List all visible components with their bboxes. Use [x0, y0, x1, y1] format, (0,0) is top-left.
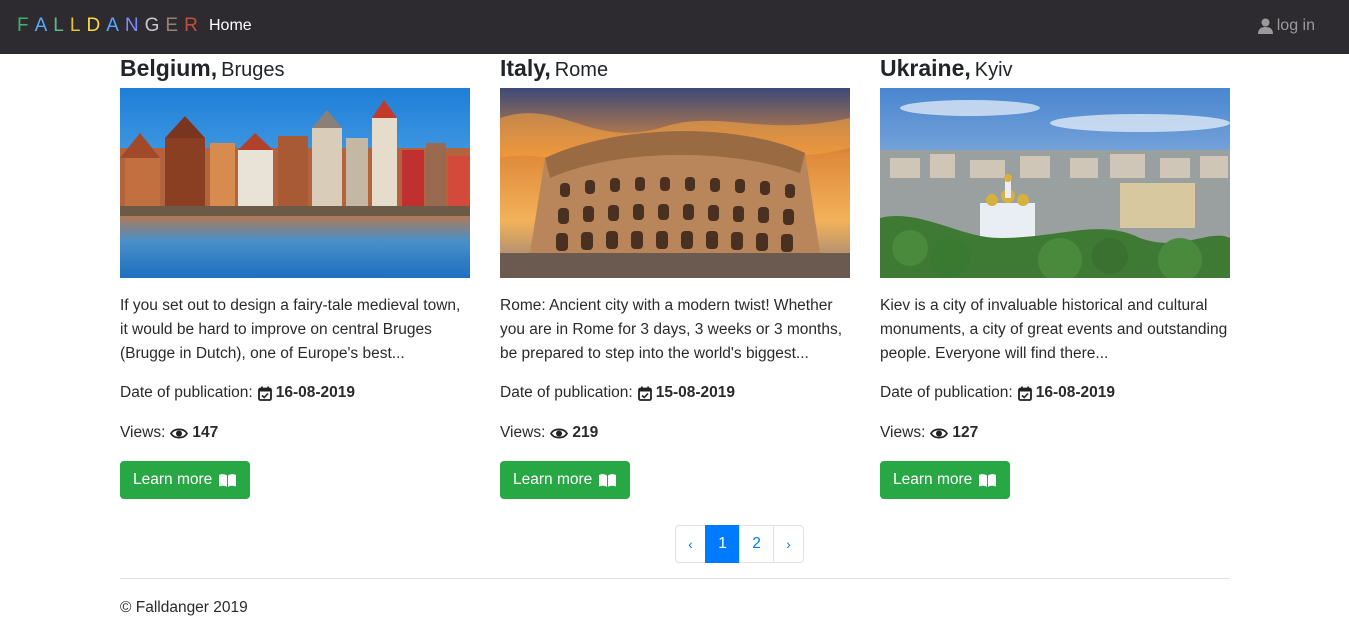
pagination-prev-button[interactable]: ‹ [675, 525, 706, 563]
publication-date: Date of publication: 15-08-2019 [500, 381, 850, 405]
publication-date: Date of publication: 16-08-2019 [120, 381, 470, 405]
learn-more-button[interactable]: Learn more [500, 461, 631, 499]
learn-more-button[interactable]: Learn more [880, 461, 1011, 499]
pagination-page-2[interactable]: 2 [739, 525, 774, 563]
views-count: Views: 147 [120, 421, 470, 445]
card-city: Kyiv [974, 59, 1013, 81]
views-label: Views: [120, 424, 166, 441]
brand-letter: N [124, 15, 145, 36]
card-city: Bruges [221, 59, 285, 81]
card-description: Rome: Ancient city with a modern twist! … [500, 297, 843, 362]
pagination: ‹ 1 2 › [675, 525, 804, 563]
open-book-icon [599, 473, 617, 487]
date-value: 15-08-2019 [655, 384, 735, 401]
brand-letter: G [144, 15, 166, 36]
open-book-icon [979, 473, 997, 487]
eye-icon [930, 427, 949, 439]
card-country: Ukraine, [880, 55, 971, 81]
kyiv-cityscape-image[interactable] [880, 88, 1230, 278]
views-label: Views: [500, 424, 546, 441]
open-book-icon [219, 473, 237, 487]
brand-letter: A [34, 15, 54, 36]
views-label: Views: [880, 424, 926, 441]
card-title: Italy, Rome [500, 54, 850, 88]
eye-icon [170, 427, 189, 439]
brand-logo[interactable]: FALLDANGER [17, 15, 204, 37]
card-country: Belgium, [120, 55, 218, 81]
pagination-next-button[interactable]: › [773, 525, 804, 563]
card-description: Kiev is a city of invaluable historical … [880, 297, 1228, 362]
top-navbar: FALLDANGER Home log in [0, 0, 1349, 54]
brand-letter: L [53, 15, 70, 36]
views-value: 127 [952, 424, 979, 441]
card-title: Ukraine, Kyiv [880, 54, 1230, 88]
footer-copyright: © Falldanger 2019 [120, 599, 248, 616]
nav-home-link[interactable]: Home [209, 17, 252, 35]
views-count: Views: 127 [880, 421, 1230, 445]
views-value: 147 [192, 424, 219, 441]
learn-more-button[interactable]: Learn more [120, 461, 251, 499]
article-card-ukraine: Ukraine, Kyiv Kiev is a city of invaluabl… [880, 54, 1230, 499]
user-icon [1257, 18, 1273, 34]
brand-letter: A [106, 15, 125, 36]
brand-letter: E [165, 15, 185, 36]
login-label: log in [1276, 17, 1315, 34]
card-title: Belgium, Bruges [120, 54, 470, 88]
date-label: Date of publication: [500, 384, 633, 401]
brand-letter: L [69, 15, 87, 36]
pagination-page-1[interactable]: 1 [705, 525, 740, 563]
colosseum-image[interactable] [500, 88, 850, 278]
card-city: Rome [554, 59, 609, 81]
calendar-check-icon [637, 386, 652, 401]
card-description: If you set out to design a fairy-tale me… [120, 297, 461, 362]
learn-more-label: Learn more [893, 471, 973, 488]
login-link[interactable]: log in [1257, 17, 1315, 35]
article-card-belgium: Belgium, Bruges If you set out to design … [120, 54, 470, 499]
brand-letter: F [17, 15, 35, 36]
eye-icon [550, 427, 569, 439]
learn-more-label: Learn more [133, 471, 213, 488]
card-country: Italy, [500, 55, 551, 81]
brand-letter: D [86, 15, 107, 36]
views-count: Views: 219 [500, 421, 850, 445]
learn-more-label: Learn more [513, 471, 593, 488]
brand-letter: R [184, 15, 204, 36]
date-value: 16-08-2019 [1035, 384, 1115, 401]
publication-date: Date of publication: 16-08-2019 [880, 381, 1230, 405]
date-label: Date of publication: [880, 384, 1013, 401]
calendar-check-icon [1017, 386, 1032, 401]
article-card-italy: Italy, Rome Rome: Ancient city with a mod… [500, 54, 850, 499]
views-value: 219 [572, 424, 599, 441]
bruges-canal-image[interactable] [120, 88, 470, 278]
calendar-check-icon [257, 386, 272, 401]
date-label: Date of publication: [120, 384, 253, 401]
footer-divider [120, 578, 1230, 579]
date-value: 16-08-2019 [275, 384, 355, 401]
